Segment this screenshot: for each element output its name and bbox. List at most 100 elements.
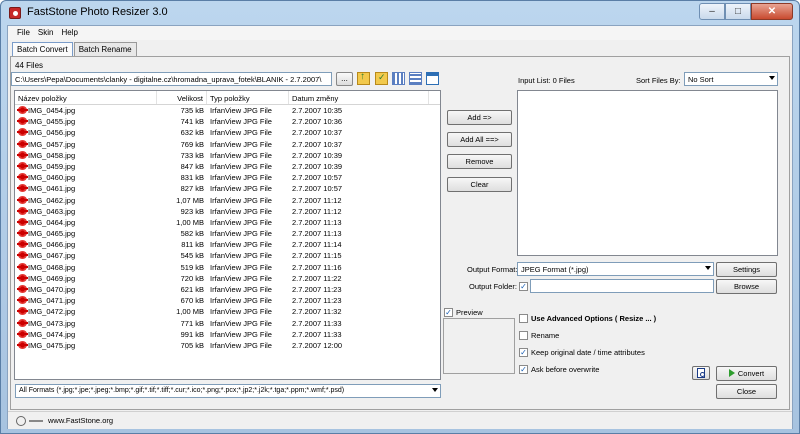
- output-folder-input[interactable]: [530, 279, 714, 293]
- minimize-button[interactable]: –: [699, 3, 725, 20]
- file-date-cell: 2.7.2007 10:39: [292, 150, 343, 160]
- file-name-cell: IMG_0457.jpg: [15, 139, 157, 150]
- browse-button[interactable]: Browse: [716, 279, 777, 294]
- table-row[interactable]: IMG_0454.jpg 735 kB IrfanView JPG File 2.7.…: [15, 105, 440, 116]
- file-type-cell: IrfanView JPG File: [210, 296, 272, 306]
- format-filter-select[interactable]: All Formats (*.jpg;*.jpe;*.jpeg;*.bmp;*.…: [15, 384, 441, 398]
- table-row[interactable]: IMG_0471.jpg 670 kB IrfanView JPG File 2.7.…: [15, 295, 440, 306]
- up-folder-icon[interactable]: [357, 71, 370, 85]
- preview-checkbox[interactable]: ✓: [444, 308, 453, 317]
- table-row[interactable]: IMG_0457.jpg 769 kB IrfanView JPG File 2.7.…: [15, 139, 440, 150]
- output-folder-checkbox[interactable]: ✓: [519, 282, 528, 291]
- jpg-file-icon: [17, 251, 28, 260]
- column-date-header[interactable]: Datum změny: [289, 91, 429, 104]
- details-view-icon[interactable]: [426, 72, 439, 85]
- remove-button[interactable]: Remove: [447, 154, 512, 169]
- output-folder-label: Output Folder:: [469, 282, 517, 291]
- table-row[interactable]: IMG_0464.jpg 1,00 MB IrfanView JPG File 2.7…: [15, 217, 440, 228]
- tab-batch-convert[interactable]: Batch Convert: [12, 42, 73, 56]
- menu-help[interactable]: Help: [57, 26, 81, 40]
- file-name: IMG_0460.jpg: [28, 173, 76, 183]
- table-row[interactable]: IMG_0466.jpg 811 kB IrfanView JPG File 2.7.…: [15, 239, 440, 250]
- jpg-file-icon: [17, 229, 28, 238]
- table-row[interactable]: IMG_0467.jpg 545 kB IrfanView JPG File 2.7.…: [15, 250, 440, 261]
- file-name-cell: IMG_0461.jpg: [15, 183, 157, 194]
- tab-batch-rename[interactable]: Batch Rename: [73, 42, 137, 56]
- file-type-cell: IrfanView JPG File: [210, 139, 272, 149]
- file-type-cell: IrfanView JPG File: [210, 217, 272, 227]
- close-window-button[interactable]: ✕: [751, 3, 793, 20]
- table-row[interactable]: IMG_0474.jpg 991 kB IrfanView JPG File 2.7.…: [15, 329, 440, 340]
- format-filter-value: All Formats (*.jpg;*.jpe;*.jpeg;*.bmp;*.…: [19, 387, 345, 394]
- file-name-cell: IMG_0458.jpg: [15, 150, 157, 161]
- keep-date-checkbox[interactable]: ✓: [519, 348, 528, 357]
- clear-button[interactable]: Clear: [447, 177, 512, 192]
- advanced-options-label[interactable]: Use Advanced Options ( Resize ... ): [531, 314, 656, 323]
- file-type-cell: IrfanView JPG File: [210, 251, 272, 261]
- list-view-icon[interactable]: [409, 72, 422, 85]
- preview-document-button[interactable]: [692, 366, 710, 380]
- menu-file[interactable]: File: [13, 26, 34, 40]
- jpg-file-icon: [17, 128, 28, 137]
- column-type-header[interactable]: Typ položky: [207, 91, 289, 104]
- maximize-button[interactable]: □: [725, 3, 751, 20]
- table-row[interactable]: IMG_0469.jpg 720 kB IrfanView JPG File 2.7.…: [15, 273, 440, 284]
- close-button[interactable]: Close: [716, 384, 777, 399]
- file-date-cell: 2.7.2007 11:15: [292, 251, 342, 261]
- file-name: IMG_0466.jpg: [28, 240, 76, 250]
- file-name: IMG_0458.jpg: [28, 150, 76, 160]
- table-row[interactable]: IMG_0460.jpg 831 kB IrfanView JPG File 2.7.…: [15, 172, 440, 183]
- add-all-button[interactable]: Add All ==>: [447, 132, 512, 147]
- file-name: IMG_0459.jpg: [28, 161, 76, 171]
- table-row[interactable]: IMG_0470.jpg 621 kB IrfanView JPG File 2.7.…: [15, 284, 440, 295]
- browse-folder-button[interactable]: ...: [336, 72, 353, 86]
- table-row[interactable]: IMG_0456.jpg 632 kB IrfanView JPG File 2.7.…: [15, 127, 440, 138]
- table-row[interactable]: IMG_0458.jpg 733 kB IrfanView JPG File 2.7.…: [15, 150, 440, 161]
- file-name-cell: IMG_0474.jpg: [15, 329, 157, 340]
- folder-path-input[interactable]: C:\Users\Pepa\Documents\clanky - digital…: [11, 72, 332, 86]
- table-row[interactable]: IMG_0472.jpg 1,00 MB IrfanView JPG File 2.7…: [15, 306, 440, 317]
- title-bar: FastStone Photo Resizer 3.0 – □ ✕: [1, 1, 799, 25]
- faststone-logo-icon: [16, 416, 26, 426]
- favorites-icon[interactable]: [375, 72, 388, 85]
- table-row[interactable]: IMG_0455.jpg 741 kB IrfanView JPG File 2.7.…: [15, 116, 440, 127]
- table-row[interactable]: IMG_0475.jpg 705 kB IrfanView JPG File 2.7.…: [15, 340, 440, 351]
- thumbnails-view-icon[interactable]: [392, 72, 405, 85]
- table-row[interactable]: IMG_0459.jpg 847 kB IrfanView JPG File 2.7.…: [15, 161, 440, 172]
- file-type-cell: IrfanView JPG File: [210, 340, 272, 350]
- column-name-header[interactable]: Název položky: [15, 91, 157, 104]
- add-button[interactable]: Add =>: [447, 110, 512, 125]
- file-date-cell: 2.7.2007 11:12: [292, 206, 342, 216]
- table-row[interactable]: IMG_0468.jpg 519 kB IrfanView JPG File 2.7.…: [15, 262, 440, 273]
- status-website[interactable]: www.FastStone.org: [48, 416, 113, 425]
- output-format-select[interactable]: JPEG Format (*.jpg): [517, 262, 714, 276]
- ask-overwrite-checkbox[interactable]: ✓: [519, 365, 528, 374]
- file-date-cell: 2.7.2007 12:00: [292, 340, 343, 350]
- file-list[interactable]: Název položky Velikost Typ položky Datum…: [14, 90, 441, 380]
- sort-value: No Sort: [688, 75, 714, 84]
- sort-select[interactable]: No Sort: [684, 72, 778, 86]
- file-size-cell: 769 kB: [180, 139, 204, 149]
- file-rows: IMG_0454.jpg 735 kB IrfanView JPG File 2.7.…: [15, 105, 440, 351]
- menu-skin[interactable]: Skin: [34, 26, 58, 40]
- file-name: IMG_0475.jpg: [28, 340, 76, 350]
- table-row[interactable]: IMG_0463.jpg 923 kB IrfanView JPG File 2.7.…: [15, 206, 440, 217]
- file-name: IMG_0471.jpg: [28, 296, 76, 306]
- file-type-cell: IrfanView JPG File: [210, 318, 272, 328]
- jpg-file-icon: [17, 318, 28, 327]
- input-list[interactable]: [517, 90, 778, 256]
- convert-button[interactable]: Convert: [716, 366, 777, 381]
- table-row[interactable]: IMG_0462.jpg 1,07 MB IrfanView JPG File 2.7…: [15, 195, 440, 206]
- file-name-cell: IMG_0471.jpg: [15, 295, 157, 306]
- rename-checkbox[interactable]: [519, 331, 528, 340]
- file-name-cell: IMG_0462.jpg: [15, 195, 157, 206]
- file-size-cell: 582 kB: [180, 229, 204, 239]
- table-row[interactable]: IMG_0461.jpg 827 kB IrfanView JPG File 2.7.…: [15, 183, 440, 194]
- column-size-header[interactable]: Velikost: [157, 91, 207, 104]
- table-row[interactable]: IMG_0465.jpg 582 kB IrfanView JPG File 2.7.…: [15, 228, 440, 239]
- table-row[interactable]: IMG_0473.jpg 771 kB IrfanView JPG File 2.7.…: [15, 318, 440, 329]
- advanced-options-checkbox[interactable]: [519, 314, 528, 323]
- file-size-cell: 1,00 MB: [176, 307, 204, 317]
- settings-button[interactable]: Settings: [716, 262, 777, 277]
- jpg-file-icon: [17, 340, 28, 349]
